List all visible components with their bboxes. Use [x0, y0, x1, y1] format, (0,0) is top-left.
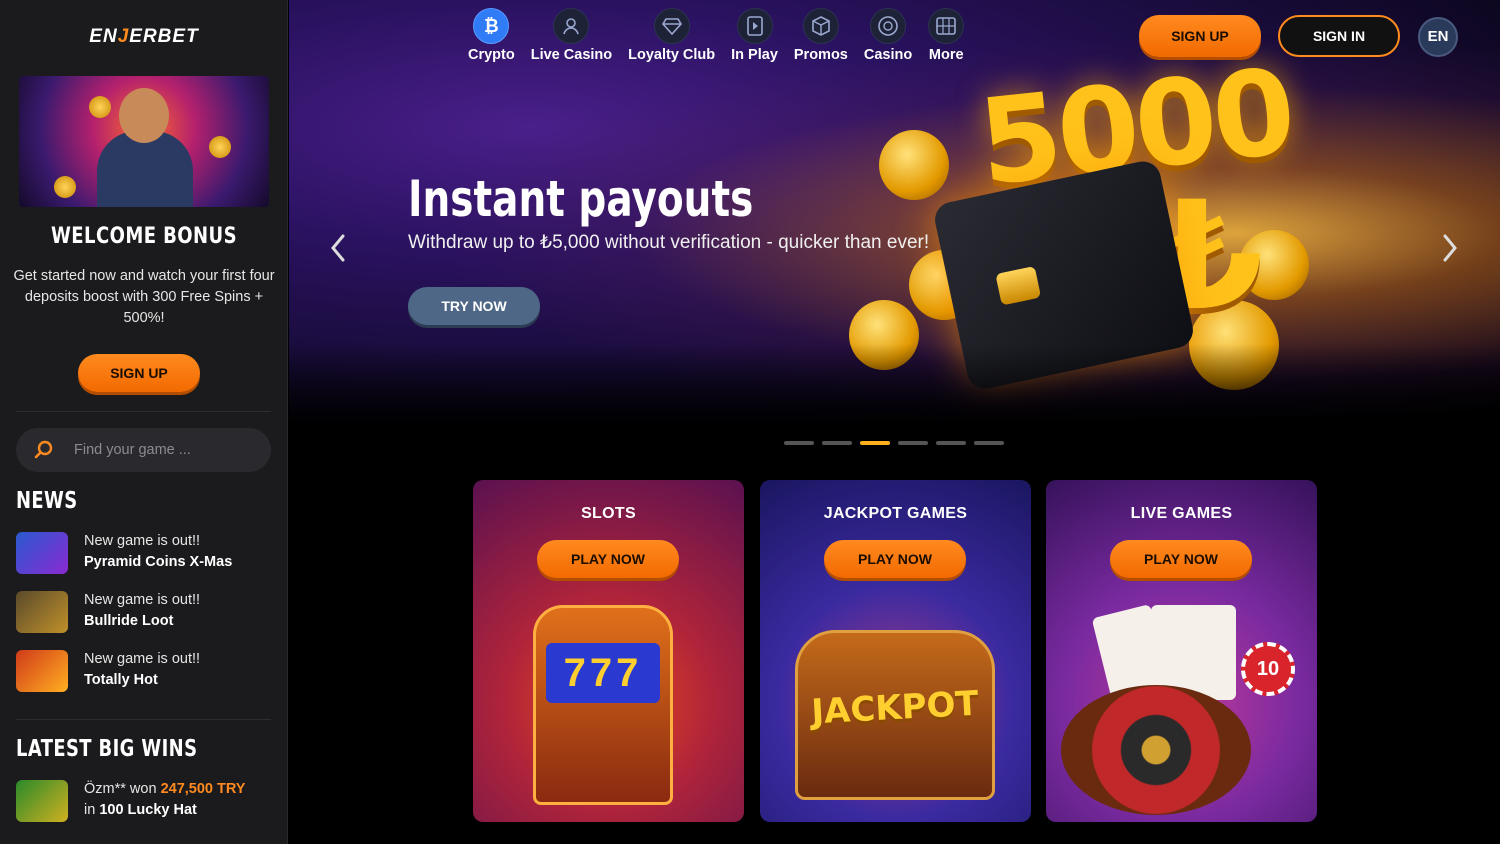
casino-chip-art: 10: [1241, 642, 1295, 696]
category-title: JACKPOT GAMES: [823, 505, 968, 522]
try-now-button[interactable]: TRY NOW: [408, 287, 540, 325]
credit-card-art: [931, 158, 1197, 392]
chip-icon: [870, 8, 907, 44]
nav-item-casino[interactable]: Casino: [856, 8, 920, 68]
welcome-bonus-title: WELCOME BONUS: [50, 224, 238, 249]
game-thumbnail: [16, 591, 68, 633]
nav-item-crypto[interactable]: ₿ Crypto: [460, 8, 523, 68]
category-card-jackpot[interactable]: JACKPOT GAMES PLAY NOW JACKPOT: [760, 480, 1031, 822]
category-title: SLOTS: [581, 505, 636, 522]
nav-item-in-play[interactable]: In Play: [723, 8, 786, 68]
game-search[interactable]: [16, 428, 271, 472]
roulette-wheel-art: [1061, 685, 1251, 815]
category-card-slots[interactable]: SLOTS PLAY NOW 777: [473, 480, 744, 822]
play-now-button[interactable]: PLAY NOW: [824, 540, 966, 578]
slide-dot-active[interactable]: [860, 441, 890, 445]
grid-icon: [928, 8, 965, 44]
top-navigation: ₿ Crypto Live Casino Loyalty Club In Pla…: [460, 8, 972, 68]
chevron-right-icon[interactable]: [1441, 233, 1459, 263]
news-item[interactable]: New game is out!! Bullride Loot: [16, 589, 276, 635]
category-card-live[interactable]: LIVE GAMES PLAY NOW 10: [1046, 480, 1317, 822]
slot-reels: 777: [546, 643, 660, 703]
divider: [16, 719, 271, 720]
logo-part: EN: [89, 26, 118, 47]
card-chip: [995, 265, 1042, 306]
slide-dot[interactable]: [898, 441, 928, 445]
play-now-button[interactable]: PLAY NOW: [537, 540, 679, 578]
brand-logo[interactable]: ENJERBET: [0, 26, 287, 48]
nav-item-promos[interactable]: Promos: [786, 8, 856, 68]
play-now-button[interactable]: PLAY NOW: [1110, 540, 1252, 578]
win-game: 100 Lucky Hat: [99, 802, 197, 818]
header-signup-button[interactable]: SIGN UP: [1139, 15, 1261, 57]
game-thumbnail: [16, 650, 68, 692]
game-thumbnail: [16, 780, 68, 822]
divider: [16, 411, 271, 412]
nav-label: Casino: [863, 47, 913, 63]
coin-icon: [209, 136, 231, 158]
coin-icon: [54, 176, 76, 198]
news-game-name: Bullride Loot: [84, 613, 174, 629]
coin-icon: [89, 96, 111, 118]
nav-label: Promos: [793, 47, 848, 63]
news-item[interactable]: New game is out!! Totally Hot: [16, 648, 276, 694]
dealer-icon: [553, 8, 590, 44]
nav-item-loyalty-club[interactable]: Loyalty Club: [620, 8, 723, 68]
welcome-bonus-text: Get started now and watch your first fou…: [13, 268, 275, 326]
hero-pagination: [784, 441, 1004, 445]
treasure-chest-art: JACKPOT: [795, 630, 995, 800]
win-amount: 247,500 TRY: [160, 781, 246, 797]
news-item[interactable]: New game is out!! Pyramid Coins X-Mas: [16, 530, 276, 576]
sidebar-signup-button[interactable]: SIGN UP: [78, 354, 200, 392]
welcome-bonus-image: [19, 76, 269, 207]
nav-label: In Play: [731, 47, 778, 63]
latest-wins-title: LATEST BIG WINS: [16, 736, 198, 762]
header-signin-button[interactable]: SIGN IN: [1278, 15, 1400, 57]
slide-dot[interactable]: [974, 441, 1004, 445]
logo-part: J: [117, 26, 130, 47]
chevron-left-icon[interactable]: [329, 233, 347, 263]
news-game-name: Totally Hot: [84, 672, 158, 688]
jackpot-text: JACKPOT: [810, 683, 980, 733]
news-title: NEWS: [16, 488, 78, 514]
search-icon: [34, 440, 53, 459]
language-selector[interactable]: EN: [1418, 17, 1458, 57]
win-item[interactable]: Özm** won 247,500 TRY in 100 Lucky Hat: [16, 778, 276, 824]
play-screen-icon: [736, 8, 773, 44]
diamond-icon: [653, 8, 690, 44]
logo-part: ERBET: [129, 26, 199, 47]
slide-dot[interactable]: [936, 441, 966, 445]
sidebar: ENJERBET WELCOME BONUS Get started now a…: [0, 0, 288, 844]
coin-icon: [879, 130, 949, 200]
slot-machine-art: 777: [533, 605, 673, 805]
news-line: New game is out!!: [84, 592, 201, 608]
hero-title: Instant payouts: [408, 170, 754, 228]
hero-subtitle: Withdraw up to ₺5,000 without verificati…: [408, 232, 930, 253]
win-prefix: in: [84, 802, 96, 818]
nav-label: Crypto: [468, 47, 515, 63]
win-user: Özm** won: [84, 781, 157, 797]
promo-figure-face: [119, 88, 169, 143]
category-title: LIVE GAMES: [1130, 505, 1233, 522]
search-input[interactable]: [74, 428, 259, 472]
nav-label: More: [928, 47, 964, 63]
coin-icon: [849, 300, 919, 370]
nav-item-live-casino[interactable]: Live Casino: [523, 8, 620, 68]
bitcoin-icon: ₿: [473, 8, 510, 44]
slide-dot[interactable]: [784, 441, 814, 445]
nav-label: Live Casino: [530, 47, 613, 63]
nav-label: Loyalty Club: [628, 47, 716, 63]
news-line: New game is out!!: [84, 533, 201, 549]
slide-dot[interactable]: [822, 441, 852, 445]
news-line: New game is out!!: [84, 651, 201, 667]
gift-box-icon: [802, 8, 839, 44]
nav-item-more[interactable]: More: [920, 8, 972, 68]
game-thumbnail: [16, 532, 68, 574]
news-game-name: Pyramid Coins X-Mas: [84, 554, 233, 570]
